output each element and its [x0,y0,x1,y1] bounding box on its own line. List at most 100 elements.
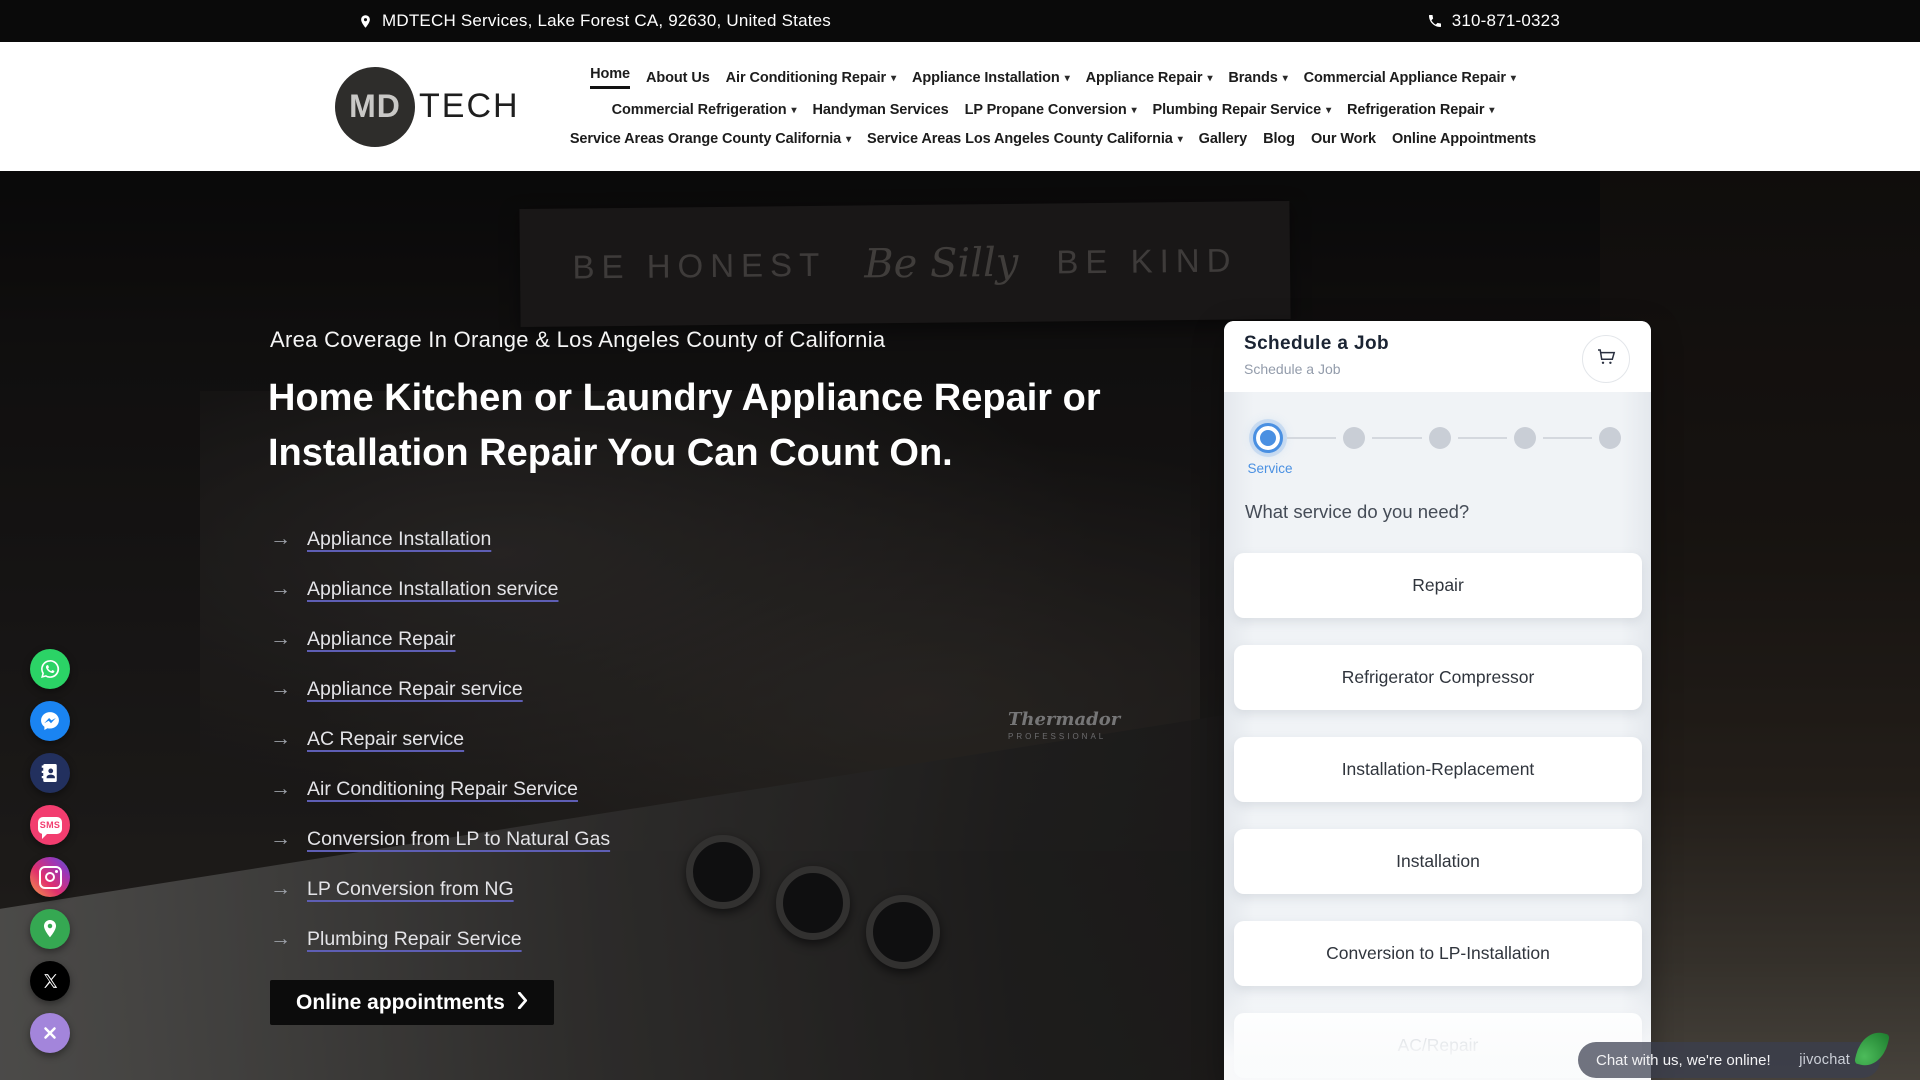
nav-item-commercial-appliance-repair[interactable]: Commercial Appliance Repair ▾ [1304,70,1516,86]
sms-bubble-icon: SMS [38,816,62,839]
cart-button[interactable] [1582,335,1630,383]
jivochat-widget[interactable]: Chat with us, we're online! jivochat [1578,1028,1890,1078]
main-navigation: Home About Us Air Conditioning Repair ▾ Appl… [186,42,1920,171]
hero-link-appliance-installation[interactable]: Appliance Installation [307,528,491,551]
hero-link-row: → Plumbing Repair Service [270,914,610,964]
nav-item-service-areas-los-angeles-county-california[interactable]: Service Areas Los Angeles County Califor… [867,131,1183,147]
hero-link-row: → Appliance Repair [270,614,610,664]
nav-row-1: Home About Us Air Conditioning Repair ▾ Appl… [590,66,1516,89]
hero-link-conversion-from-lp-to-natural-gas[interactable]: Conversion from LP to Natural Gas [307,828,610,851]
phone-icon [1427,13,1443,29]
hero-link-row: → Appliance Repair service [270,664,610,714]
chevron-down-icon: ▾ [846,134,852,145]
nav-item-plumbing-repair-service[interactable]: Plumbing Repair Service ▾ [1153,102,1332,118]
hero-link-row: → Appliance Installation service [270,564,610,614]
hero-link-row: → Appliance Installation [270,514,610,564]
nav-item-handyman-services[interactable]: Handyman Services [812,102,948,118]
x-icon[interactable] [30,961,70,1001]
hero-link-row: → Conversion from LP to Natural Gas [270,814,610,864]
chevron-down-icon: ▾ [1064,72,1070,84]
social-media-stack: SMS [30,649,70,1053]
step-connector [1457,437,1507,439]
hero-link-appliance-installation-service[interactable]: Appliance Installation service [307,578,558,601]
service-option-installation-replacement[interactable]: Installation-Replacement [1234,737,1642,802]
cart-icon [1594,345,1618,374]
service-option-refrigerator-compressor[interactable]: Refrigerator Compressor [1234,645,1642,710]
close-button[interactable] [30,1013,70,1053]
hero-service-links: → Appliance Installation → Appliance Instal… [270,514,610,964]
chevron-down-icon: ▾ [1177,134,1183,145]
top-bar: MDTECH Services, Lake Forest CA, 92630, … [0,0,1920,42]
phone-number-text[interactable]: 310-871-0323 [1452,11,1560,31]
step-dot-5 [1599,427,1621,449]
maps-icon[interactable] [30,909,70,949]
messenger-icon[interactable] [30,701,70,741]
chevron-down-icon: ▾ [1510,72,1516,84]
hero-link-plumbing-repair-service[interactable]: Plumbing Repair Service [307,928,522,951]
step-connector [1287,437,1337,439]
step-dot-1 [1253,423,1283,453]
chevron-down-icon: ▾ [1282,72,1288,84]
arrow-right-icon: → [270,527,291,550]
nav-row-2: Commercial Refrigeration ▾ Handyman Servic… [612,102,1495,118]
business-address-text: MDTECH Services, Lake Forest CA, 92630, … [382,11,831,30]
sms-label: SMS [39,820,61,830]
hero-link-row: → AC Repair service [270,714,610,764]
arrow-right-icon: → [270,727,291,750]
hero-link-lp-conversion-from-ng[interactable]: LP Conversion from NG [307,878,514,901]
schedule-card-header: Schedule a Job Schedule a Job [1224,321,1651,392]
hero-link-row: → LP Conversion from NG [270,864,610,914]
nav-item-appliance-repair[interactable]: Appliance Repair ▾ [1086,70,1213,86]
nav-item-refrigeration-repair[interactable]: Refrigeration Repair ▾ [1347,102,1494,118]
phone-number[interactable]: 310-871-0323 [1427,11,1560,31]
arrow-right-icon: → [270,877,291,900]
nav-item-lp-propane-conversion[interactable]: LP Propane Conversion ▾ [965,102,1137,118]
whatsapp-icon[interactable] [30,649,70,689]
hero-title: Home Kitchen or Laundry Appliance Repair… [268,377,1101,474]
hero-link-air-conditioning-repair-service[interactable]: Air Conditioning Repair Service [307,778,578,801]
step-connector [1542,437,1592,439]
online-appointments-button[interactable]: Online appointments [270,980,554,1025]
hero-link-appliance-repair[interactable]: Appliance Repair [307,628,456,651]
arrow-right-icon: → [270,677,291,700]
service-option-conversion-to-lp-installation[interactable]: Conversion to LP-Installation [1234,921,1642,986]
chevron-down-icon: ▾ [1326,105,1331,116]
service-question: What service do you need? [1245,501,1470,522]
instagram-icon[interactable] [30,857,70,897]
active-step-label: Service [1247,461,1293,476]
chevron-right-icon [517,991,528,1015]
nav-item-about-us[interactable]: About Us [646,70,710,86]
nav-item-commercial-refrigeration[interactable]: Commercial Refrigeration ▾ [612,102,797,118]
jivochat-logo: jivochat [1799,1052,1850,1068]
nav-item-blog[interactable]: Blog [1263,131,1295,147]
hero-link-appliance-repair-service[interactable]: Appliance Repair service [307,678,523,701]
nav-item-brands[interactable]: Brands ▾ [1228,70,1287,86]
service-option-installation[interactable]: Installation [1234,829,1642,894]
hero-section: BE HONEST Be Silly BE KIND Thermador PRO… [0,171,1920,1080]
sms-icon[interactable]: SMS [30,805,70,845]
arrow-right-icon: → [270,577,291,600]
hero-link-ac-repair-service[interactable]: AC Repair service [307,728,464,751]
step-dot-2 [1343,427,1366,449]
nav-row-3: Service Areas Orange County California ▾ S… [570,131,1536,147]
hero-eyebrow: Area Coverage In Orange & Los Angeles Co… [270,327,886,352]
contacts-icon[interactable] [30,753,70,793]
step-dot-4 [1513,427,1536,449]
nav-item-online-appointments[interactable]: Online Appointments [1392,131,1536,147]
schedule-card-title: Schedule a Job [1244,333,1389,354]
schedule-job-card: Schedule a Job Schedule a Job Service Wh… [1224,321,1651,1080]
nav-item-home[interactable]: Home [590,66,630,89]
nav-item-appliance-installation[interactable]: Appliance Installation ▾ [912,70,1070,86]
chevron-down-icon: ▾ [891,72,897,84]
location-pin-icon [358,12,373,31]
service-option-repair[interactable]: Repair [1234,553,1642,618]
chevron-down-icon: ▾ [1131,105,1137,116]
nav-item-gallery[interactable]: Gallery [1199,131,1248,147]
nav-item-service-areas-orange-county-california[interactable]: Service Areas Orange County California ▾ [570,131,851,147]
step-connector [1372,437,1422,439]
nav-item-air-conditioning-repair[interactable]: Air Conditioning Repair ▾ [726,70,896,86]
chat-message: Chat with us, we're online! [1596,1051,1771,1069]
nav-item-our-work[interactable]: Our Work [1311,131,1376,147]
arrow-right-icon: → [270,827,291,850]
chevron-down-icon: ▾ [1489,105,1495,116]
